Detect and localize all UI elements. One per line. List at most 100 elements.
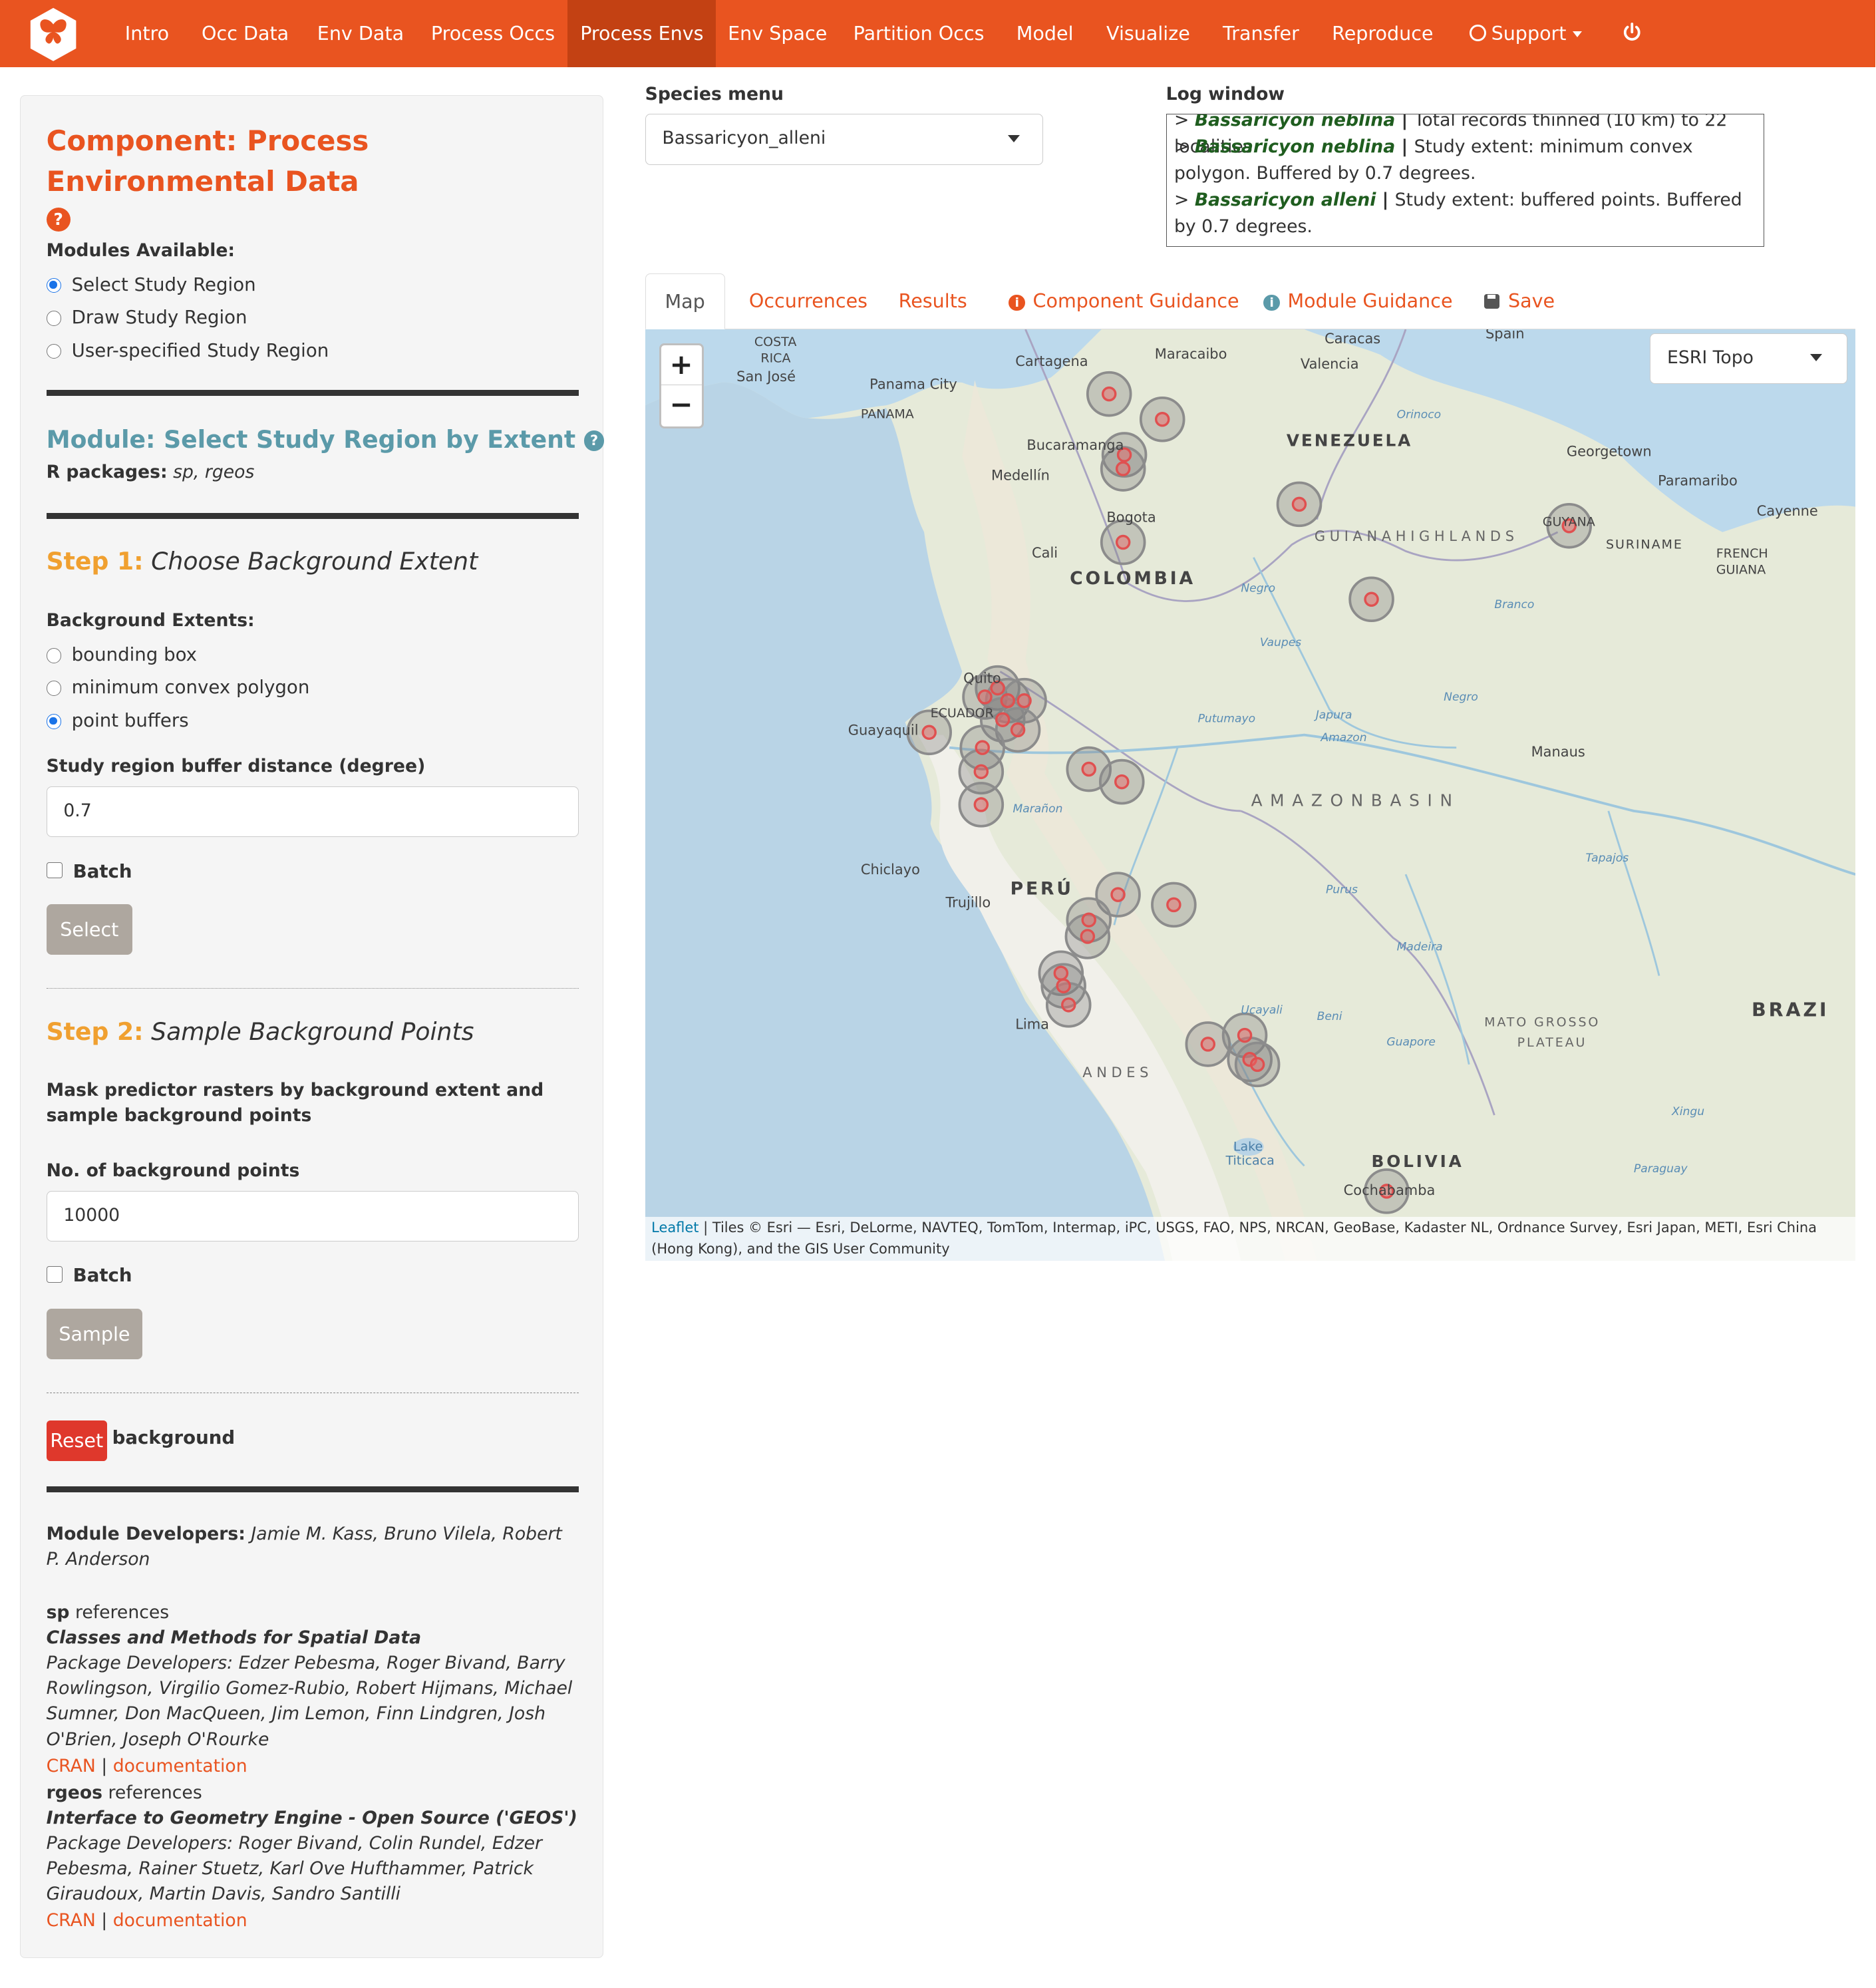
log-window[interactable]: > Bassaricyon neblina | Total records th… [1166,114,1764,248]
radio-point-buffers[interactable]: point buffers [46,709,189,732]
map-label: Japura [1313,709,1352,722]
map-label: Lake [1233,1140,1263,1154]
map-attribution: Leaflet | Tiles © Esri — Esri, DeLorme, … [645,1216,1855,1261]
map-label: Cayenne [1756,503,1817,519]
component-sidebar: Component: Process Environmental Data ? … [20,94,605,1959]
component-title: Component: Process Environmental Data [46,124,369,198]
nav-transfer[interactable]: Transfer [1205,0,1317,67]
radio-user-specified-study-region[interactable]: User-specified Study Region [46,339,329,362]
map-label: COLOMBIA [1070,568,1195,589]
divider [46,512,579,520]
map-label: Quito [963,671,1001,687]
nav-intro[interactable]: Intro [106,0,188,67]
radio-select-study-region[interactable]: Select Study Region [46,273,256,296]
map-label: Negro [1444,691,1478,704]
map-label: A N D E S [1082,1065,1148,1080]
nav-reproduce[interactable]: Reproduce [1317,0,1448,67]
map-label: San José [736,369,796,385]
tab-occurrences[interactable]: Occurrences [749,273,867,329]
map-label: MATO GROSSO [1484,1015,1600,1030]
map-label: Caracas [1325,331,1380,347]
wallace-logo-icon[interactable] [28,7,78,63]
divider [46,389,579,397]
divider [46,1486,579,1493]
log-line: > Bassaricyon neblina | Study extent: mi… [1174,136,1693,184]
nav-occ-data[interactable]: Occ Data [188,0,303,67]
tab-save[interactable]: Save [1484,273,1555,329]
background-points-input[interactable]: 10000 [46,1190,579,1242]
buffer-distance-input[interactable]: 0.7 [46,786,579,838]
rgeos-package-developers: Package Developers: Roger Bivand, Colin … [46,1832,542,1904]
nav-env-data[interactable]: Env Data [303,0,418,67]
radio-draw-study-region[interactable]: Draw Study Region [46,306,247,329]
map-label: Beni [1317,1011,1342,1024]
rgeos-documentation-link[interactable]: documentation [113,1910,247,1931]
nav-support-label: Support [1491,22,1567,45]
nav-model[interactable]: Model [999,0,1091,67]
sample-button[interactable]: Sample [46,1308,143,1360]
sp-reference-title: Classes and Methods for Spatial Data [46,1627,422,1649]
caret-down-icon [1810,354,1823,362]
map-label: Panama City [869,377,957,393]
buffer-distance-label: Study region buffer distance (degree) [46,756,426,777]
sp-cran-link[interactable]: CRAN [47,1756,96,1776]
batch-checkbox-2[interactable]: Batch [46,1264,132,1286]
rgeos-links: CRAN | documentation [46,1910,247,1931]
rgeos-cran-link[interactable]: CRAN [47,1910,96,1931]
nav-process-envs[interactable]: Process Envs [567,0,716,67]
species-select[interactable]: Bassaricyon_alleni [645,114,1043,165]
sp-package-developers: Package Developers: Edzer Pebesma, Roger… [46,1653,573,1750]
select-button[interactable]: Select [46,904,133,955]
tab-component-guidance[interactable]: i Component Guidance [1009,273,1239,329]
basemap-select[interactable]: ESRI Topo [1650,333,1848,385]
map-label: Georgetown [1567,444,1652,460]
map-label: SURINAME [1606,538,1683,552]
leaflet-link[interactable]: Leaflet [651,1220,699,1236]
reset-background-button[interactable]: Reset [46,1420,107,1461]
batch-checkbox[interactable]: Batch [46,860,132,882]
map-label: FRENCH [1716,546,1768,561]
map-label: G U I A N A H I G H L A N D S [1314,528,1513,544]
map-label: Guapore [1386,1036,1436,1049]
tab-module-guidance[interactable]: i Module Guidance [1263,273,1453,329]
power-icon[interactable] [1607,0,1658,67]
species-menu-label: Species menu [645,83,784,104]
help-question-icon[interactable]: ? [583,430,605,451]
map-label: Maracaibo [1154,346,1227,362]
floppy-disk-icon [1484,293,1499,309]
step2-heading: Step 2: Sample Background Points [46,1017,474,1046]
nav-process-occs[interactable]: Process Occs [418,0,568,67]
map-label: Valencia [1301,356,1359,372]
caret-down-icon [1573,31,1583,37]
map-label: PLATEAU [1517,1036,1587,1051]
log-line: > Bassaricyon alleni | Study extent: buf… [1174,190,1742,238]
rgeos-references-heading: rgeos references [46,1782,202,1803]
nav-support-dropdown[interactable]: Support [1455,0,1597,67]
modules-available-label: Modules Available: [46,240,235,261]
log-window-label: Log window [1166,83,1285,104]
map-label: RICA [760,351,790,366]
map-label: Xingu [1671,1105,1704,1118]
nav-visualize[interactable]: Visualize [1091,0,1205,67]
sp-references-heading: sp references [46,1602,170,1623]
map-label: Bogota [1106,510,1156,526]
leaflet-map[interactable]: COSTA RICA San José Panama City PANAMA C… [645,329,1855,1261]
help-question-icon[interactable]: ? [46,207,71,232]
map-label: Medellín [991,468,1050,484]
lifebuoy-icon [1470,25,1486,41]
zoom-control: + − [659,343,704,429]
map-label: PANAMA [860,407,913,422]
radio-minimum-convex-polygon[interactable]: minimum convex polygon [46,676,309,699]
tab-results[interactable]: Results [899,273,967,329]
sp-documentation-link[interactable]: documentation [113,1756,247,1776]
radio-bounding-box[interactable]: bounding box [46,643,197,666]
nav-env-space[interactable]: Env Space [716,0,839,67]
tab-map[interactable]: Map [645,273,725,330]
nav-partition-occs[interactable]: Partition Occs [839,0,999,67]
map-label: BRAZI [1752,999,1829,1021]
zoom-in-button[interactable]: + [661,345,702,386]
map-label: Tapajos [1585,852,1629,865]
module-developers: Module Developers: Jamie M. Kass, Bruno … [46,1524,562,1570]
map-label: A M A Z O N B A S I N [1251,791,1453,810]
zoom-out-button[interactable]: − [661,385,702,424]
